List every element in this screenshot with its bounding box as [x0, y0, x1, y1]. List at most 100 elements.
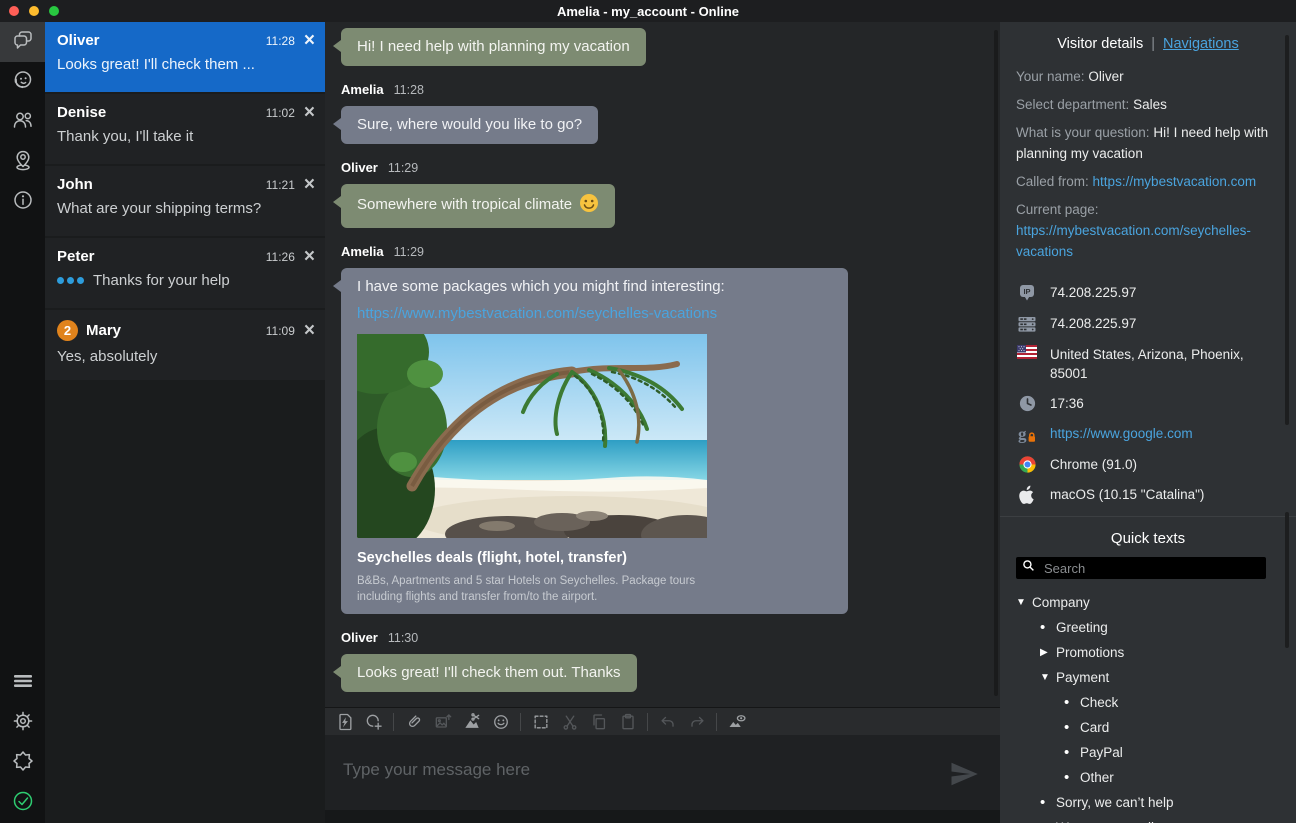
message-meta: Amelia11:29: [341, 244, 992, 260]
left-nav: [0, 22, 45, 823]
tree-node-sorry[interactable]: •Sorry, we can’t help: [1016, 794, 1296, 811]
nav-menu[interactable]: [0, 663, 45, 703]
collapse-icon[interactable]: ▼: [1040, 672, 1056, 683]
card-title: Seychelles deals (flight, hotel, transfe…: [357, 548, 832, 568]
upload-image-icon[interactable]: [428, 710, 457, 734]
nav-settings[interactable]: [0, 703, 45, 743]
quick-texts-tree: ▼Company •Greeting ▶Promotions ▼Payment …: [1000, 579, 1296, 823]
tab-visitor-details[interactable]: Visitor details: [1057, 36, 1143, 52]
composer-toolbar: [325, 707, 1000, 735]
card-description: B&Bs, Apartments and 5 star Hotels on Se…: [357, 573, 732, 605]
tree-node-greeting[interactable]: •Greeting: [1016, 619, 1296, 636]
nav-notifications[interactable]: [0, 743, 45, 783]
chat-name: Denise: [57, 104, 106, 121]
quick-text-search-input[interactable]: [1042, 560, 1260, 577]
close-window-button[interactable]: [9, 6, 19, 16]
called-from-link[interactable]: https://mybestvacation.com: [1093, 174, 1257, 189]
burst-icon: [11, 749, 35, 778]
chat-list-item[interactable]: Oliver 11:28 × Looks great! I'll check t…: [45, 22, 325, 92]
bullet-icon: •: [1064, 773, 1080, 783]
redo-icon[interactable]: [682, 710, 711, 734]
tree-node-payment[interactable]: ▼Payment: [1016, 669, 1296, 686]
svg-text:IP: IP: [1023, 287, 1030, 296]
zoom-window-button[interactable]: [49, 6, 59, 16]
tree-node-paypal[interactable]: •PayPal: [1016, 744, 1296, 761]
copy-icon[interactable]: [584, 710, 613, 734]
toolbar-separator: [647, 713, 648, 731]
chat-list-item[interactable]: Denise 11:02 × Thank you, I'll take it: [45, 94, 325, 164]
unread-count-badge: 2: [57, 320, 78, 341]
chat-time: 11:21: [266, 178, 295, 192]
chat-list-item[interactable]: John 11:21 × What are your shipping term…: [45, 166, 325, 236]
bullet-icon: •: [1064, 698, 1080, 708]
visitor-message: Hi! I need help with planning my vacatio…: [341, 28, 646, 66]
collapse-icon[interactable]: ▼: [1016, 597, 1032, 608]
close-chat-icon[interactable]: ×: [304, 251, 315, 263]
smiling-face-emoji: [579, 200, 599, 217]
app-window: Amelia - my_account - Online: [0, 0, 1296, 823]
tree-node-other[interactable]: •Other: [1016, 769, 1296, 786]
insert-quick-text-icon[interactable]: [359, 710, 388, 734]
online-check-icon: [11, 789, 35, 818]
tree-node-company[interactable]: ▼Company: [1016, 594, 1296, 611]
nav-agent[interactable]: [0, 62, 45, 102]
seychelles-beach-image[interactable]: [357, 334, 707, 538]
composer: [325, 735, 1000, 823]
chat-list-item[interactable]: 2 Mary 11:09 × Yes, absolutely: [45, 310, 325, 380]
paste-icon[interactable]: [613, 710, 642, 734]
details-scrollbar[interactable]: [1285, 35, 1289, 425]
select-icon[interactable]: [526, 710, 555, 734]
send-message-icon[interactable]: [948, 759, 980, 794]
tree-node-card[interactable]: •Card: [1016, 719, 1296, 736]
tab-navigations[interactable]: Navigations: [1163, 36, 1239, 52]
nav-map[interactable]: [0, 142, 45, 182]
close-chat-icon[interactable]: ×: [304, 35, 315, 47]
tree-node-promotions[interactable]: ▶Promotions: [1016, 644, 1296, 661]
ip-pin-icon: IP: [1016, 283, 1038, 303]
visitor-details-panel: Visitor details|Navigations Your name: O…: [1000, 22, 1296, 823]
chat-scrollbar[interactable]: [994, 30, 998, 696]
attach-file-icon[interactable]: [399, 710, 428, 734]
google-icon: g: [1016, 424, 1038, 444]
info-row: United States, Arizona, Phoenix, 85001: [1016, 345, 1272, 383]
chat-preview: Thank you, I'll take it: [57, 128, 315, 145]
nav-chats[interactable]: [0, 22, 45, 62]
composer-bottom-strip: [325, 810, 1000, 823]
emoji-icon[interactable]: [486, 710, 515, 734]
nav-online-status[interactable]: [0, 783, 45, 823]
vacation-page-link[interactable]: https://www.mybestvacation.com/seychelle…: [357, 304, 832, 324]
quick-texts-title: Quick texts: [1000, 517, 1296, 557]
quick-texts-scrollbar[interactable]: [1285, 512, 1289, 648]
message-input[interactable]: [325, 735, 936, 809]
undo-icon[interactable]: [653, 710, 682, 734]
chat-list-item[interactable]: Peter 11:26 × Thanks for your help: [45, 238, 325, 308]
cut-icon[interactable]: [555, 710, 584, 734]
screenshot-icon[interactable]: [457, 710, 486, 734]
tree-node-wrong-line[interactable]: •Wrong support line: [1016, 819, 1296, 823]
current-page-link[interactable]: https://mybestvacation.com/seychelles-va…: [1016, 223, 1251, 259]
minimize-window-button[interactable]: [29, 6, 39, 16]
close-chat-icon[interactable]: ×: [304, 325, 315, 337]
chat-time: 11:09: [266, 324, 295, 338]
message-meta: Amelia11:28: [341, 82, 992, 98]
chat-preview: Thanks for your help: [57, 272, 315, 289]
chat-time: 11:02: [266, 106, 295, 120]
referrer-link[interactable]: https://www.google.com: [1050, 424, 1193, 443]
nav-visitors[interactable]: [0, 102, 45, 142]
nav-info[interactable]: [0, 182, 45, 222]
tree-node-check[interactable]: •Check: [1016, 694, 1296, 711]
visitor-info-list: IP 74.208.225.97 74.208.225.97: [1000, 269, 1296, 505]
chat-name: Mary: [86, 322, 121, 339]
apple-icon: [1016, 485, 1038, 505]
close-chat-icon[interactable]: ×: [304, 179, 315, 191]
visitor-fields: Your name: Oliver Select department: Sal…: [1000, 56, 1296, 262]
info-row: macOS (10.15 "Catalina"): [1016, 485, 1272, 505]
quick-text-icon[interactable]: [330, 710, 359, 734]
image-preview-icon[interactable]: [722, 710, 751, 734]
expand-icon[interactable]: ▶: [1040, 647, 1056, 658]
field-row: What is your question: Hi! I need help w…: [1016, 122, 1276, 164]
close-chat-icon[interactable]: ×: [304, 107, 315, 119]
toolbar-separator: [716, 713, 717, 731]
message-meta: Oliver11:29: [341, 160, 992, 176]
panel-tabs: Visitor details|Navigations: [1000, 22, 1296, 56]
